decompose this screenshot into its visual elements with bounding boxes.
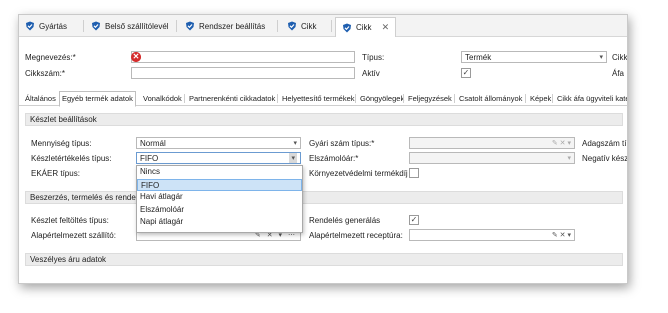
- dropdown-option-havi-atlagar[interactable]: Havi átlagár: [137, 191, 302, 204]
- dropdown-option-elszamoloar[interactable]: Elszámolóár: [137, 204, 302, 217]
- cikkszam-label: Cikkszám:*: [25, 69, 66, 78]
- shield-icon: [288, 21, 296, 31]
- tab-csatolt-allomanyok[interactable]: Csatolt állományok: [457, 92, 524, 105]
- adagszam-label: Adagszám típu: [582, 139, 627, 148]
- shield-icon: [92, 21, 100, 31]
- section-title: Veszélyes áru adatok: [30, 255, 107, 264]
- megnevezes-input[interactable]: [131, 51, 355, 63]
- doc-tab-cikk[interactable]: Cikk: [287, 18, 317, 34]
- tab-altalanos[interactable]: Általános: [23, 92, 58, 105]
- doc-tab-label: Belső szállítólevél: [105, 21, 169, 31]
- cikk-cut-label: Cikk: [612, 53, 628, 62]
- kornyezetvedelmi-label: Környezetvédelmi termékdíj: [309, 169, 408, 178]
- aktiv-checkbox[interactable]: ✓: [461, 68, 471, 78]
- negativ-keszlet-label: Negatív készle: [582, 154, 628, 163]
- mennyiseg-value: Normál: [140, 139, 166, 148]
- tipus-label: Típus:: [362, 53, 385, 62]
- tipus-value: Termék: [465, 53, 492, 62]
- doc-tab-label: Cikk: [356, 23, 372, 32]
- shield-icon: [186, 21, 194, 31]
- keszletertekeles-value: FIFO: [140, 154, 159, 163]
- shield-icon: [343, 23, 351, 32]
- rendeles-checkbox[interactable]: ✓: [409, 215, 419, 225]
- afa-cut-label: Áfa: [612, 69, 625, 78]
- mennyiseg-select[interactable]: Normál ▾: [136, 137, 301, 149]
- megnevezes-label: Megnevezés:*: [25, 53, 76, 62]
- receptura-input[interactable]: ✎ ✕ ▾: [409, 229, 575, 241]
- document-tab-bar: Gyártás Belső szállítólevél Rendszer beá…: [19, 15, 627, 37]
- section-beszerzes-header[interactable]: Beszerzés, termelés és rende: [25, 191, 623, 204]
- doc-tab-cikk-active[interactable]: Cikk ✕: [335, 17, 397, 37]
- dropdown-option-fifo[interactable]: FIFO: [137, 178, 302, 191]
- alap-szallito-label: Alapértelmezett szállító:: [31, 231, 116, 240]
- app-window: Gyártás Belső szállítólevél Rendszer beá…: [18, 14, 628, 284]
- aktiv-label: Aktív: [362, 69, 380, 78]
- field-tools-icon[interactable]: ✎ ✕ ▾: [552, 230, 571, 240]
- section-keszlet-header[interactable]: Készlet beállítások: [25, 113, 623, 126]
- doc-tab-rendszer-beallitas[interactable]: Rendszer beállítás: [185, 18, 265, 34]
- chevron-down-icon[interactable]: ▾: [567, 153, 571, 163]
- feltoltes-label: Készlet feltöltés típus:: [31, 216, 109, 225]
- tab-feljegyzesek[interactable]: Feljegyzések: [406, 92, 454, 105]
- receptura-label: Alapértelmezett receptúra:: [309, 231, 403, 240]
- dropdown-option-napi-atlagar[interactable]: Napi átlagár: [137, 216, 302, 229]
- doc-tab-label: Rendszer beállítás: [199, 21, 266, 31]
- tab-vonalkodok[interactable]: Vonalkódok: [141, 92, 184, 105]
- ekaer-label: EKÁER típus:: [31, 169, 80, 178]
- cikkszam-input[interactable]: [131, 67, 355, 79]
- gyari-szam-input[interactable]: ✎ ✕ ▾: [409, 137, 575, 149]
- keszletertekeles-dropdown: Nincs FIFO Havi átlagár Elszámolóár Napi…: [136, 165, 303, 233]
- doc-tab-label: Gyártás: [39, 21, 68, 31]
- rendeles-label: Rendelés generálás: [309, 216, 381, 225]
- tipus-select[interactable]: Termék ▾: [461, 51, 607, 63]
- shield-icon: [26, 21, 34, 31]
- kornyezetvedelmi-checkbox[interactable]: [409, 168, 419, 178]
- elszamoloar-label: Elszámolóár:*: [309, 154, 359, 163]
- section-veszelyes-header[interactable]: Veszélyes áru adatok: [25, 253, 623, 266]
- tab-gongyolegek[interactable]: Göngyölegek: [358, 92, 406, 105]
- close-icon[interactable]: ✕: [382, 22, 390, 33]
- sub-tab-bar: Általános Egyéb termék adatok Vonalkódok…: [19, 91, 627, 107]
- field-tools-icon[interactable]: ✎ ✕ ▾: [552, 138, 571, 148]
- keszletertekeles-select[interactable]: FIFO ▾: [136, 152, 301, 164]
- section-title: Készlet beállítások: [30, 115, 97, 124]
- keszletertekeles-label: Készletértékelés típus:: [31, 154, 112, 163]
- chevron-down-icon[interactable]: ▾: [599, 52, 603, 62]
- dropdown-option-nincs[interactable]: Nincs: [137, 166, 302, 179]
- error-icon-badge: ✕: [131, 52, 141, 62]
- tab-partnerenkenti-cikkadatok[interactable]: Partnerenkénti cikkadatok: [187, 92, 277, 105]
- section-title: Beszerzés, termelés és rende: [30, 193, 136, 202]
- chevron-down-icon[interactable]: ▾: [293, 138, 297, 148]
- mennyiseg-label: Mennyiség típus:: [31, 139, 92, 148]
- doc-tab-label: Cikk: [301, 21, 317, 31]
- elszamoloar-input[interactable]: ▾: [409, 152, 575, 164]
- tab-helyettesito-termekek[interactable]: Helyettesítő termékek: [280, 92, 357, 105]
- doc-tab-belso-szallitolevel[interactable]: Belső szállítólevél: [91, 18, 169, 34]
- tab-egyeb-termek-adatok[interactable]: Egyéb termék adatok: [59, 91, 136, 107]
- gyari-szam-label: Gyári szám típus:*: [309, 139, 375, 148]
- tab-cikk-afa[interactable]: Cikk áfa ügyviteli kate: [555, 92, 627, 105]
- chevron-down-icon[interactable]: ▾: [289, 153, 297, 163]
- doc-tab-gyartas[interactable]: Gyártás: [25, 18, 67, 34]
- tab-kepek[interactable]: Képek: [528, 92, 553, 105]
